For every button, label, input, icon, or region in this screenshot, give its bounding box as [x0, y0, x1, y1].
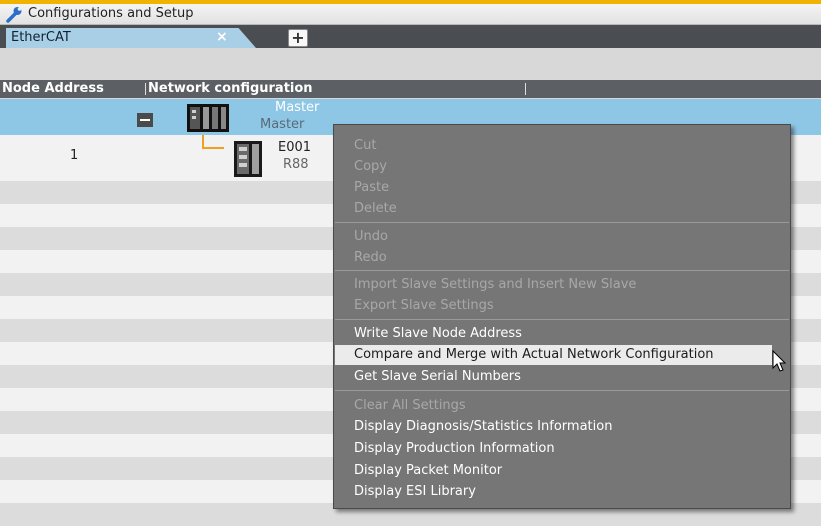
menu-item-import-slave-settings[interactable]: Import Slave Settings and Insert New Sla…: [354, 277, 636, 292]
menu-separator: [335, 390, 789, 391]
menu-item-undo[interactable]: Undo: [354, 229, 388, 244]
menu-item-export-slave-settings[interactable]: Export Slave Settings: [354, 298, 494, 313]
menu-item-cut[interactable]: Cut: [354, 138, 376, 153]
menu-item-paste[interactable]: Paste: [354, 180, 389, 195]
column-divider[interactable]: [525, 83, 526, 95]
menu-item-write-slave-node-address[interactable]: Write Slave Node Address: [354, 326, 522, 341]
menu-item-display-production-info[interactable]: Display Production Information: [354, 441, 555, 456]
menu-item-delete[interactable]: Delete: [354, 201, 397, 216]
column-node-address: Node Address: [2, 81, 104, 96]
master-name: Master: [275, 100, 320, 115]
menu-item-compare-and-merge[interactable]: Compare and Merge with Actual Network Co…: [335, 345, 772, 365]
menu-item-display-packet-monitor[interactable]: Display Packet Monitor: [354, 463, 502, 478]
column-header: Node Address Network configuration: [0, 80, 821, 98]
master-model: Master: [260, 117, 305, 132]
slave-model: R88: [283, 157, 309, 172]
menu-separator: [335, 270, 789, 271]
menu-item-get-slave-serial-numbers[interactable]: Get Slave Serial Numbers: [354, 369, 521, 384]
column-network-configuration: Network configuration: [148, 81, 313, 96]
title-bar: Configurations and Setup: [0, 4, 821, 25]
tab-label: EtherCAT: [11, 30, 71, 45]
menu-item-display-esi-library[interactable]: Display ESI Library: [354, 484, 476, 499]
node-address: 1: [70, 148, 79, 163]
context-menu: Cut Copy Paste Delete Undo Redo Import S…: [333, 124, 791, 509]
window-title: Configurations and Setup: [28, 6, 194, 21]
plc-master-icon: [187, 104, 229, 132]
menu-item-clear-all-settings[interactable]: Clear All Settings: [354, 398, 466, 413]
tree-connector: [202, 147, 224, 149]
servo-drive-icon: [234, 141, 262, 177]
plus-icon[interactable]: +: [288, 29, 308, 47]
wrench-icon: [6, 7, 22, 23]
menu-separator: [335, 222, 789, 223]
menu-item-copy[interactable]: Copy: [354, 159, 387, 174]
menu-item-display-diagnosis[interactable]: Display Diagnosis/Statistics Information: [354, 419, 612, 434]
menu-item-redo[interactable]: Redo: [354, 250, 387, 265]
close-icon[interactable]: ×: [216, 29, 228, 45]
tab-ethercat[interactable]: EtherCAT ×: [6, 28, 256, 48]
tab-bar: EtherCAT × +: [0, 25, 821, 48]
slave-name: E001: [278, 140, 312, 155]
mouse-pointer-icon: [772, 350, 787, 372]
column-divider[interactable]: [145, 83, 146, 95]
menu-separator: [335, 319, 789, 320]
collapse-icon[interactable]: [137, 113, 153, 127]
